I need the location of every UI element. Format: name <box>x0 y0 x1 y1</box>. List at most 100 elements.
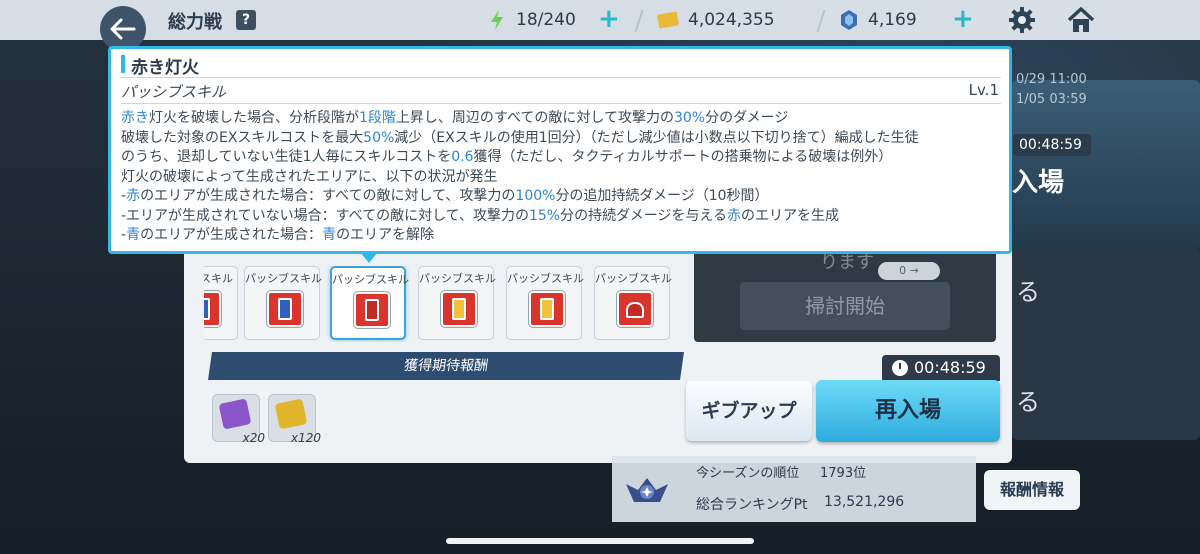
background-reenter-label: 入場 <box>1012 168 1065 198</box>
event-end-date: 1/05 03:59 <box>1016 92 1087 107</box>
description-text: のエリアを解除 <box>336 227 435 243</box>
add-pyroxene-button[interactable]: + <box>952 6 974 32</box>
purple-gem-icon <box>218 398 252 430</box>
remaining-time: 00:48:59 <box>914 358 986 377</box>
skill-card-label: パッシブスキル <box>419 272 496 285</box>
background-side-glyph-2: る <box>1016 388 1040 416</box>
skill-card[interactable]: スキル <box>204 266 238 340</box>
skill-card-selected[interactable]: パッシブスキル <box>330 266 409 340</box>
description-text: 分の追加持続ダメージ（10秒間） <box>555 188 769 204</box>
highlighted-text: 1段階 <box>359 110 396 126</box>
skill-icon <box>267 291 303 327</box>
credit-coin-icon <box>657 11 679 29</box>
expected-rewards-header: 獲得期待報酬 <box>208 352 684 380</box>
highlighted-text: 50% <box>363 129 395 146</box>
add-stamina-button[interactable]: + <box>598 6 620 32</box>
skill-level: Lv.1 <box>968 81 999 99</box>
skill-card-label: スキル <box>204 272 233 285</box>
description-text: のエリアが生成された場合： <box>140 227 323 243</box>
reward-quantity: x20 <box>242 431 265 445</box>
description-text: 獲得（ただし、タクティカルサポートの搭乗物による破壊は例外） <box>473 149 893 165</box>
rank-emblem-icon <box>626 478 668 502</box>
description-text: のうち、退却していない生徒1人毎にスキルコストを <box>121 149 452 165</box>
total-ranking-value: 13,521,296 <box>824 494 905 510</box>
description-line: 赤き灯火を破壊した場合、分析段階が1段階上昇し、周辺のすべての敵に対して攻撃力の… <box>121 109 1001 129</box>
reward-info-button[interactable]: 報酬情報 <box>984 470 1080 510</box>
skill-card[interactable]: パッシブスキル <box>244 266 322 340</box>
description-line: -エリアが生成されていない場合：すべての敵に対して、攻撃力の15%分の持続ダメー… <box>121 207 1001 227</box>
skill-type: パッシブスキル <box>121 83 227 101</box>
description-text: 灯火を破壊した場合、分析段階が <box>149 110 359 126</box>
description-line: 破壊した対象のEXスキルコストを最大50%減少（EXスキルの使用1回分）（ただし… <box>121 129 1001 149</box>
reward-quantity: x120 <box>290 431 321 445</box>
highlighted-text: 0.6 <box>451 149 474 165</box>
skill-card[interactable]: パッシブスキル <box>418 266 496 340</box>
skill-name: 赤き灯火 <box>131 58 199 78</box>
highlighted-text: 青 <box>126 227 141 243</box>
description-line: -青のエリアが生成された場合：青のエリアを解除 <box>121 226 1001 246</box>
season-rank-value: 1793位 <box>820 466 867 481</box>
description-text: 分のダメージ <box>705 110 789 126</box>
tooltip-pointer <box>360 252 378 263</box>
description-line: のうち、退却していない生徒1人毎にスキルコストを0.6獲得（ただし、タクティカル… <box>121 148 1001 168</box>
skill-card-label: パッシブスキル <box>332 273 409 286</box>
reenter-button[interactable]: 再入場 <box>816 380 1000 442</box>
reward-item[interactable]: x20 <box>212 394 265 445</box>
skill-card-label: パッシブスキル <box>245 272 322 285</box>
home-indicator[interactable] <box>446 538 754 544</box>
home-icon[interactable] <box>1066 6 1096 34</box>
total-ranking-label: 総合ランキングPt <box>696 497 808 513</box>
background-right-panel-lower <box>1012 250 1200 440</box>
remaining-time-badge: 00:48:59 <box>882 355 1000 381</box>
description-text: -エリアが生成されていない場合：すべての敵に対して、攻撃力の <box>121 207 529 224</box>
skill-card-label: パッシブスキル <box>595 272 672 285</box>
skill-card-label: パッシブスキル <box>507 272 584 285</box>
skill-icon <box>617 291 653 327</box>
give-up-button[interactable]: ギブアップ <box>686 381 812 441</box>
tooltip-accent-bar <box>121 55 125 73</box>
description-text: 分の持続ダメージを与える <box>560 207 727 224</box>
skill-card[interactable]: パッシブスキル <box>594 266 672 340</box>
divider <box>121 103 1001 104</box>
description-text: 灯火の破壊によって生成されたエリアに、以下の状況が発生 <box>121 168 498 185</box>
description-text: のエリアが生成された場合：すべての敵に対して、攻撃力の <box>140 188 516 204</box>
highlighted-text: 赤 <box>126 188 141 204</box>
stamina-value: 18/240 <box>516 10 576 30</box>
skill-icon <box>354 292 390 328</box>
description-line: 灯火の破壊によって生成されたエリアに、以下の状況が発生 <box>121 168 1001 188</box>
arrow-left-icon <box>110 18 136 40</box>
pyroxene-value: 4,169 <box>868 10 917 30</box>
help-icon[interactable]: ? <box>236 10 256 30</box>
event-start-date: 0/29 11:00 <box>1016 72 1087 87</box>
reward-item[interactable]: x120 <box>268 394 321 445</box>
description-text: のエリアを生成 <box>741 207 839 224</box>
description-text: 減少（EXスキルの使用1回分）（ただし減少値は小数点以下切り捨て）編成した生徒 <box>394 129 919 146</box>
skill-tooltip: 赤き灯火 パッシブスキル Lv.1 赤き灯火を破壊した場合、分析段階が1段階上昇… <box>108 46 1012 254</box>
description-line: -赤のエリアが生成された場合：すべての敵に対して、攻撃力の100%分の追加持続ダ… <box>121 187 1001 207</box>
background-timer: 00:48:59 <box>1013 134 1091 156</box>
divider <box>121 77 1001 78</box>
gear-icon[interactable] <box>1008 6 1036 34</box>
credits-display: 4,024,355 <box>656 8 775 32</box>
skill-card[interactable]: パッシブスキル <box>506 266 584 340</box>
description-text: 破壊した対象のEXスキルコストを最大 <box>121 129 364 146</box>
season-rank-label: 今シーズンの順位 <box>696 466 800 481</box>
gold-gem-icon <box>274 398 308 430</box>
highlighted-text: 赤 <box>727 207 741 224</box>
highlighted-text: 青 <box>322 227 337 243</box>
pyroxene-icon <box>841 10 857 30</box>
skill-description: 赤き灯火を破壊した場合、分析段階が1段階上昇し、周辺のすべての敵に対して攻撃力の… <box>121 109 1001 246</box>
highlighted-text: 100% <box>515 188 556 204</box>
page-title: 総力戦 <box>168 12 222 33</box>
sweep-count-bubble: 0 → <box>878 262 940 280</box>
credits-value: 4,024,355 <box>688 10 775 30</box>
highlighted-text: 赤き <box>121 110 149 126</box>
clock-icon <box>892 360 908 376</box>
lightning-icon <box>491 10 503 30</box>
highlighted-text: 15% <box>528 207 561 224</box>
sweep-start-button[interactable]: 掃討開始 <box>740 282 950 330</box>
skill-list: スキル パッシブスキル パッシブスキル パッシブスキル パッシブスキル パッシブ… <box>204 266 682 342</box>
skill-icon <box>204 291 221 327</box>
highlighted-text: 30% <box>673 110 706 126</box>
skill-icon <box>529 291 565 327</box>
